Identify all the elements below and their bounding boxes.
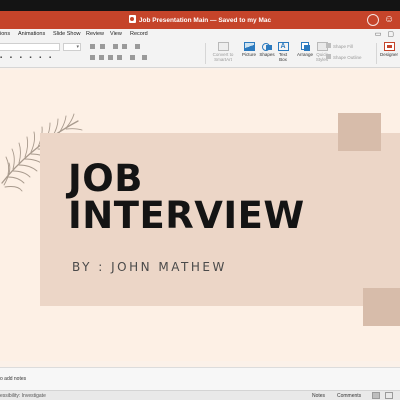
ribbon-tabs: ions Animations Slide Show Review View R…: [0, 29, 400, 40]
notes-pane[interactable]: o add notes: [0, 367, 400, 390]
align-left-icon[interactable]: [90, 55, 95, 60]
shape-fill-button[interactable]: Shape Fill: [333, 44, 353, 49]
window-title-text: Job Presentation Main — Saved to my Mac: [138, 17, 272, 24]
title-bar: Job Presentation Main — Saved to my Mac …: [0, 11, 400, 29]
justify-icon[interactable]: [117, 55, 122, 60]
share-button-icon[interactable]: ▢: [387, 30, 394, 38]
text-box-icon: A: [277, 42, 289, 51]
text-direction-icon[interactable]: [130, 55, 135, 60]
picture-label: Picture: [241, 52, 256, 57]
tab-record[interactable]: Record: [130, 31, 148, 37]
ribbon-divider: [376, 43, 377, 64]
indent-decrease-icon[interactable]: [113, 44, 118, 49]
align-center-icon[interactable]: [99, 55, 104, 60]
arrange-icon: [300, 42, 311, 51]
tab-transitions[interactable]: ions: [0, 31, 10, 37]
decorative-square-bottom: [363, 288, 400, 326]
decorative-square-top: [338, 113, 381, 151]
accessibility-status[interactable]: essibility: Investigate: [0, 393, 46, 399]
shape-fill-icon[interactable]: [326, 43, 331, 48]
shapes-label: Shapes: [259, 52, 275, 57]
arrange-button[interactable]: Arrange: [295, 42, 315, 57]
bullets-icon[interactable]: [90, 44, 95, 49]
font-size-field[interactable]: ▾: [63, 43, 81, 51]
tab-animations[interactable]: Animations: [18, 31, 45, 37]
comments-toggle[interactable]: Comments: [337, 393, 361, 399]
convert-smartart-button[interactable]: Convert to SmartArt: [208, 42, 238, 62]
arrange-label: Arrange: [296, 52, 313, 57]
tab-view[interactable]: View: [110, 31, 122, 37]
shape-outline-button[interactable]: Shape Outline: [333, 55, 362, 60]
line-spacing-icon[interactable]: [135, 44, 140, 49]
align-text-icon[interactable]: [142, 55, 147, 60]
font-name-field[interactable]: [0, 43, 60, 51]
indent-increase-icon[interactable]: [122, 44, 127, 49]
search-icon[interactable]: [367, 14, 379, 26]
powerpoint-doc-icon: [128, 15, 136, 23]
numbering-icon[interactable]: [100, 44, 105, 49]
convert-smartart-label: Convert to SmartArt: [212, 52, 234, 62]
text-box-label: Text Box: [278, 52, 288, 62]
notes-toggle[interactable]: Notes: [312, 393, 325, 399]
window-title: Job Presentation Main — Saved to my Mac: [0, 15, 400, 24]
slide-subtitle[interactable]: BY : JOHN MATHEW: [72, 260, 227, 274]
ribbon: ▾ ▪ ▪ ▪ ▪ ▪ ▪ Convert to SmartArt Pictur…: [0, 40, 400, 68]
notes-placeholder: o add notes: [0, 376, 27, 382]
top-black-strip: [0, 0, 400, 11]
shapes-icon: [261, 42, 273, 51]
text-box-button[interactable]: A Text Box: [276, 42, 290, 62]
share-icon[interactable]: ☺: [384, 15, 394, 25]
slide-title[interactable]: JOB INTERVIEW: [68, 160, 305, 234]
slide[interactable]: JOB INTERVIEW BY : JOHN MATHEW: [0, 70, 400, 361]
ribbon-divider: [205, 43, 206, 64]
status-bar: essibility: Investigate Notes Comments: [0, 390, 400, 400]
designer-icon: [383, 42, 395, 51]
designer-label: Designer: [379, 52, 398, 57]
picture-button[interactable]: Picture: [239, 42, 259, 57]
tab-review[interactable]: Review: [86, 31, 104, 37]
align-right-icon[interactable]: [108, 55, 113, 60]
font-format-buttons[interactable]: ▪ ▪ ▪ ▪ ▪ ▪: [0, 55, 54, 61]
picture-icon: [243, 42, 255, 51]
shapes-button[interactable]: Shapes: [258, 42, 276, 57]
smartart-icon: [217, 42, 229, 51]
comments-icon[interactable]: ▭: [375, 30, 382, 38]
designer-button[interactable]: Designer: [379, 42, 399, 57]
normal-view-icon[interactable]: [372, 392, 380, 399]
slide-title-line2: INTERVIEW: [68, 194, 305, 237]
shape-outline-icon[interactable]: [326, 54, 331, 59]
tab-slide-show[interactable]: Slide Show: [53, 31, 81, 37]
slide-sorter-icon[interactable]: [385, 392, 393, 399]
